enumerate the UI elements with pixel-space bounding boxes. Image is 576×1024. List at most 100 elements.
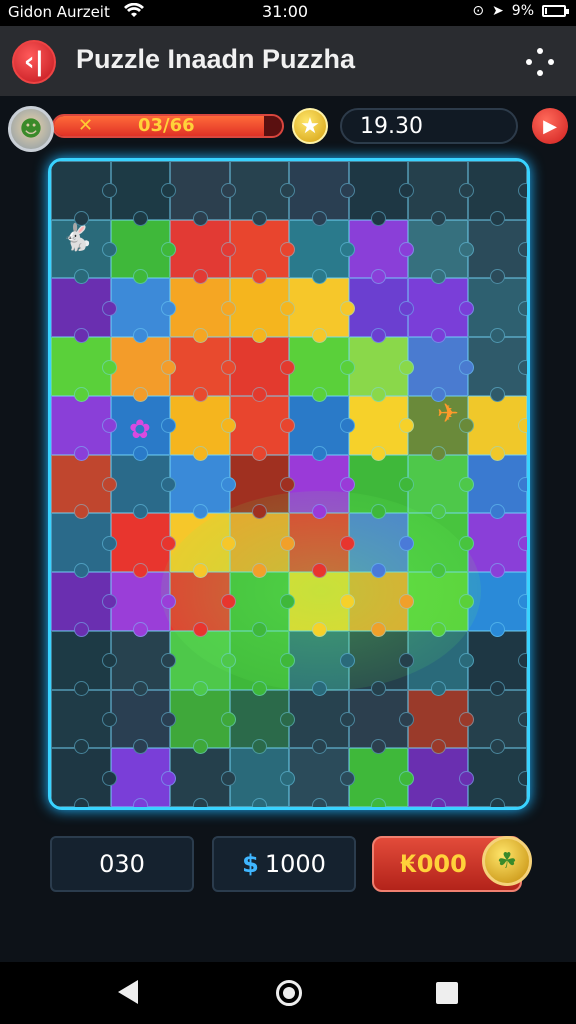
puzzle-piece[interactable] [467, 395, 527, 461]
back-button[interactable]: ‹| [12, 40, 56, 84]
puzzle-piece[interactable] [229, 337, 295, 402]
puzzle-piece[interactable] [170, 395, 235, 461]
puzzle-piece[interactable] [170, 630, 235, 696]
puzzle-piece[interactable] [348, 454, 414, 520]
puzzle-piece[interactable] [467, 454, 527, 520]
puzzle-piece[interactable] [289, 748, 354, 807]
puzzle-piece[interactable] [229, 219, 295, 285]
puzzle-piece[interactable] [348, 395, 414, 461]
puzzle-piece[interactable] [408, 278, 473, 343]
puzzle-piece[interactable] [467, 630, 527, 696]
play-button[interactable]: ▶ [532, 108, 568, 144]
puzzle-piece[interactable] [170, 748, 235, 807]
puzzle-piece[interactable] [229, 748, 295, 807]
puzzle-piece[interactable] [348, 513, 414, 578]
puzzle-piece[interactable] [289, 630, 354, 696]
puzzle-piece[interactable] [467, 513, 527, 578]
puzzle-piece[interactable] [170, 513, 235, 578]
puzzle-piece[interactable] [408, 513, 473, 578]
puzzle-piece[interactable] [110, 689, 176, 754]
puzzle-piece[interactable] [348, 278, 414, 343]
puzzle-piece[interactable] [229, 161, 295, 226]
puzzle-piece[interactable] [110, 630, 176, 696]
puzzle-piece[interactable] [51, 278, 116, 343]
puzzle-piece[interactable] [348, 630, 414, 696]
puzzle-piece[interactable] [348, 572, 414, 637]
puzzle-piece[interactable] [467, 572, 527, 637]
puzzle-piece[interactable] [170, 454, 235, 520]
nav-home-icon[interactable] [276, 980, 302, 1006]
moves-counter: 030 [50, 836, 194, 892]
puzzle-piece[interactable] [289, 219, 354, 285]
puzzle-piece[interactable] [408, 161, 473, 226]
puzzle-piece[interactable] [229, 630, 295, 696]
puzzle-piece[interactable] [229, 513, 295, 578]
nav-recents-icon[interactable] [436, 982, 458, 1004]
buy-button[interactable]: ₭000 ☘ [372, 836, 532, 892]
puzzle-piece[interactable] [289, 572, 354, 637]
puzzle-piece[interactable] [348, 161, 414, 226]
puzzle-piece[interactable] [229, 395, 295, 461]
puzzle-piece[interactable] [51, 572, 116, 637]
puzzle-piece[interactable] [51, 513, 116, 578]
puzzle-piece[interactable] [170, 689, 235, 754]
puzzle-piece[interactable] [51, 395, 116, 461]
puzzle-piece[interactable] [229, 572, 295, 637]
puzzle-piece[interactable] [170, 572, 235, 637]
puzzle-piece[interactable] [289, 278, 354, 343]
puzzle-piece[interactable] [467, 161, 527, 226]
puzzle-piece[interactable] [51, 454, 116, 520]
creature-sprite[interactable]: ✿ [129, 415, 151, 445]
puzzle-piece[interactable] [229, 454, 295, 520]
puzzle-piece[interactable] [289, 161, 354, 226]
puzzle-piece[interactable] [110, 337, 176, 402]
puzzle-piece[interactable] [408, 689, 473, 754]
puzzle-piece[interactable] [408, 219, 473, 285]
puzzle-piece[interactable] [229, 278, 295, 343]
puzzle-piece[interactable] [408, 572, 473, 637]
puzzle-piece[interactable] [110, 454, 176, 520]
puzzle-piece[interactable] [289, 337, 354, 402]
puzzle-piece[interactable] [110, 161, 176, 226]
puzzle-piece[interactable] [51, 630, 116, 696]
puzzle-piece[interactable] [110, 219, 176, 285]
puzzle-piece[interactable] [348, 219, 414, 285]
player-avatar[interactable]: ☻ [8, 106, 54, 152]
puzzle-piece[interactable] [170, 161, 235, 226]
puzzle-piece[interactable] [467, 219, 527, 285]
puzzle-piece[interactable] [289, 513, 354, 578]
nav-back-icon[interactable] [118, 980, 138, 1004]
puzzle-piece[interactable] [348, 689, 414, 754]
puzzle-piece[interactable] [51, 689, 116, 754]
puzzle-piece[interactable] [289, 454, 354, 520]
puzzle-piece[interactable] [408, 748, 473, 807]
puzzle-piece[interactable] [289, 395, 354, 461]
puzzle-piece[interactable] [110, 572, 176, 637]
puzzle-piece[interactable] [408, 337, 473, 402]
star-icon: ★ [292, 108, 328, 144]
puzzle-piece[interactable] [408, 454, 473, 520]
more-options-button[interactable] [526, 48, 554, 76]
puzzle-piece[interactable] [170, 337, 235, 402]
puzzle-piece[interactable] [170, 219, 235, 285]
puzzle-piece[interactable] [467, 689, 527, 754]
puzzle-piece[interactable] [467, 748, 527, 807]
puzzle-piece[interactable] [348, 748, 414, 807]
puzzle-piece[interactable] [170, 278, 235, 343]
puzzle-piece[interactable] [51, 748, 116, 807]
puzzle-piece[interactable] [229, 689, 295, 754]
puzzle-piece[interactable] [110, 748, 176, 807]
puzzle-piece[interactable] [467, 278, 527, 343]
puzzle-piece[interactable] [51, 161, 116, 226]
puzzle-piece[interactable] [408, 630, 473, 696]
puzzle-piece[interactable] [110, 513, 176, 578]
back-arrow-icon: ‹| [23, 47, 45, 77]
puzzle-piece[interactable] [289, 689, 354, 754]
bunny-sprite[interactable]: 🐇 [61, 223, 93, 253]
money-counter: $ 1000 [212, 836, 356, 892]
puzzle-piece[interactable] [51, 337, 116, 402]
puzzle-piece[interactable] [348, 337, 414, 402]
plane-sprite[interactable]: ✈ [437, 399, 459, 429]
puzzle-piece[interactable] [467, 337, 527, 402]
puzzle-piece[interactable] [110, 278, 176, 343]
